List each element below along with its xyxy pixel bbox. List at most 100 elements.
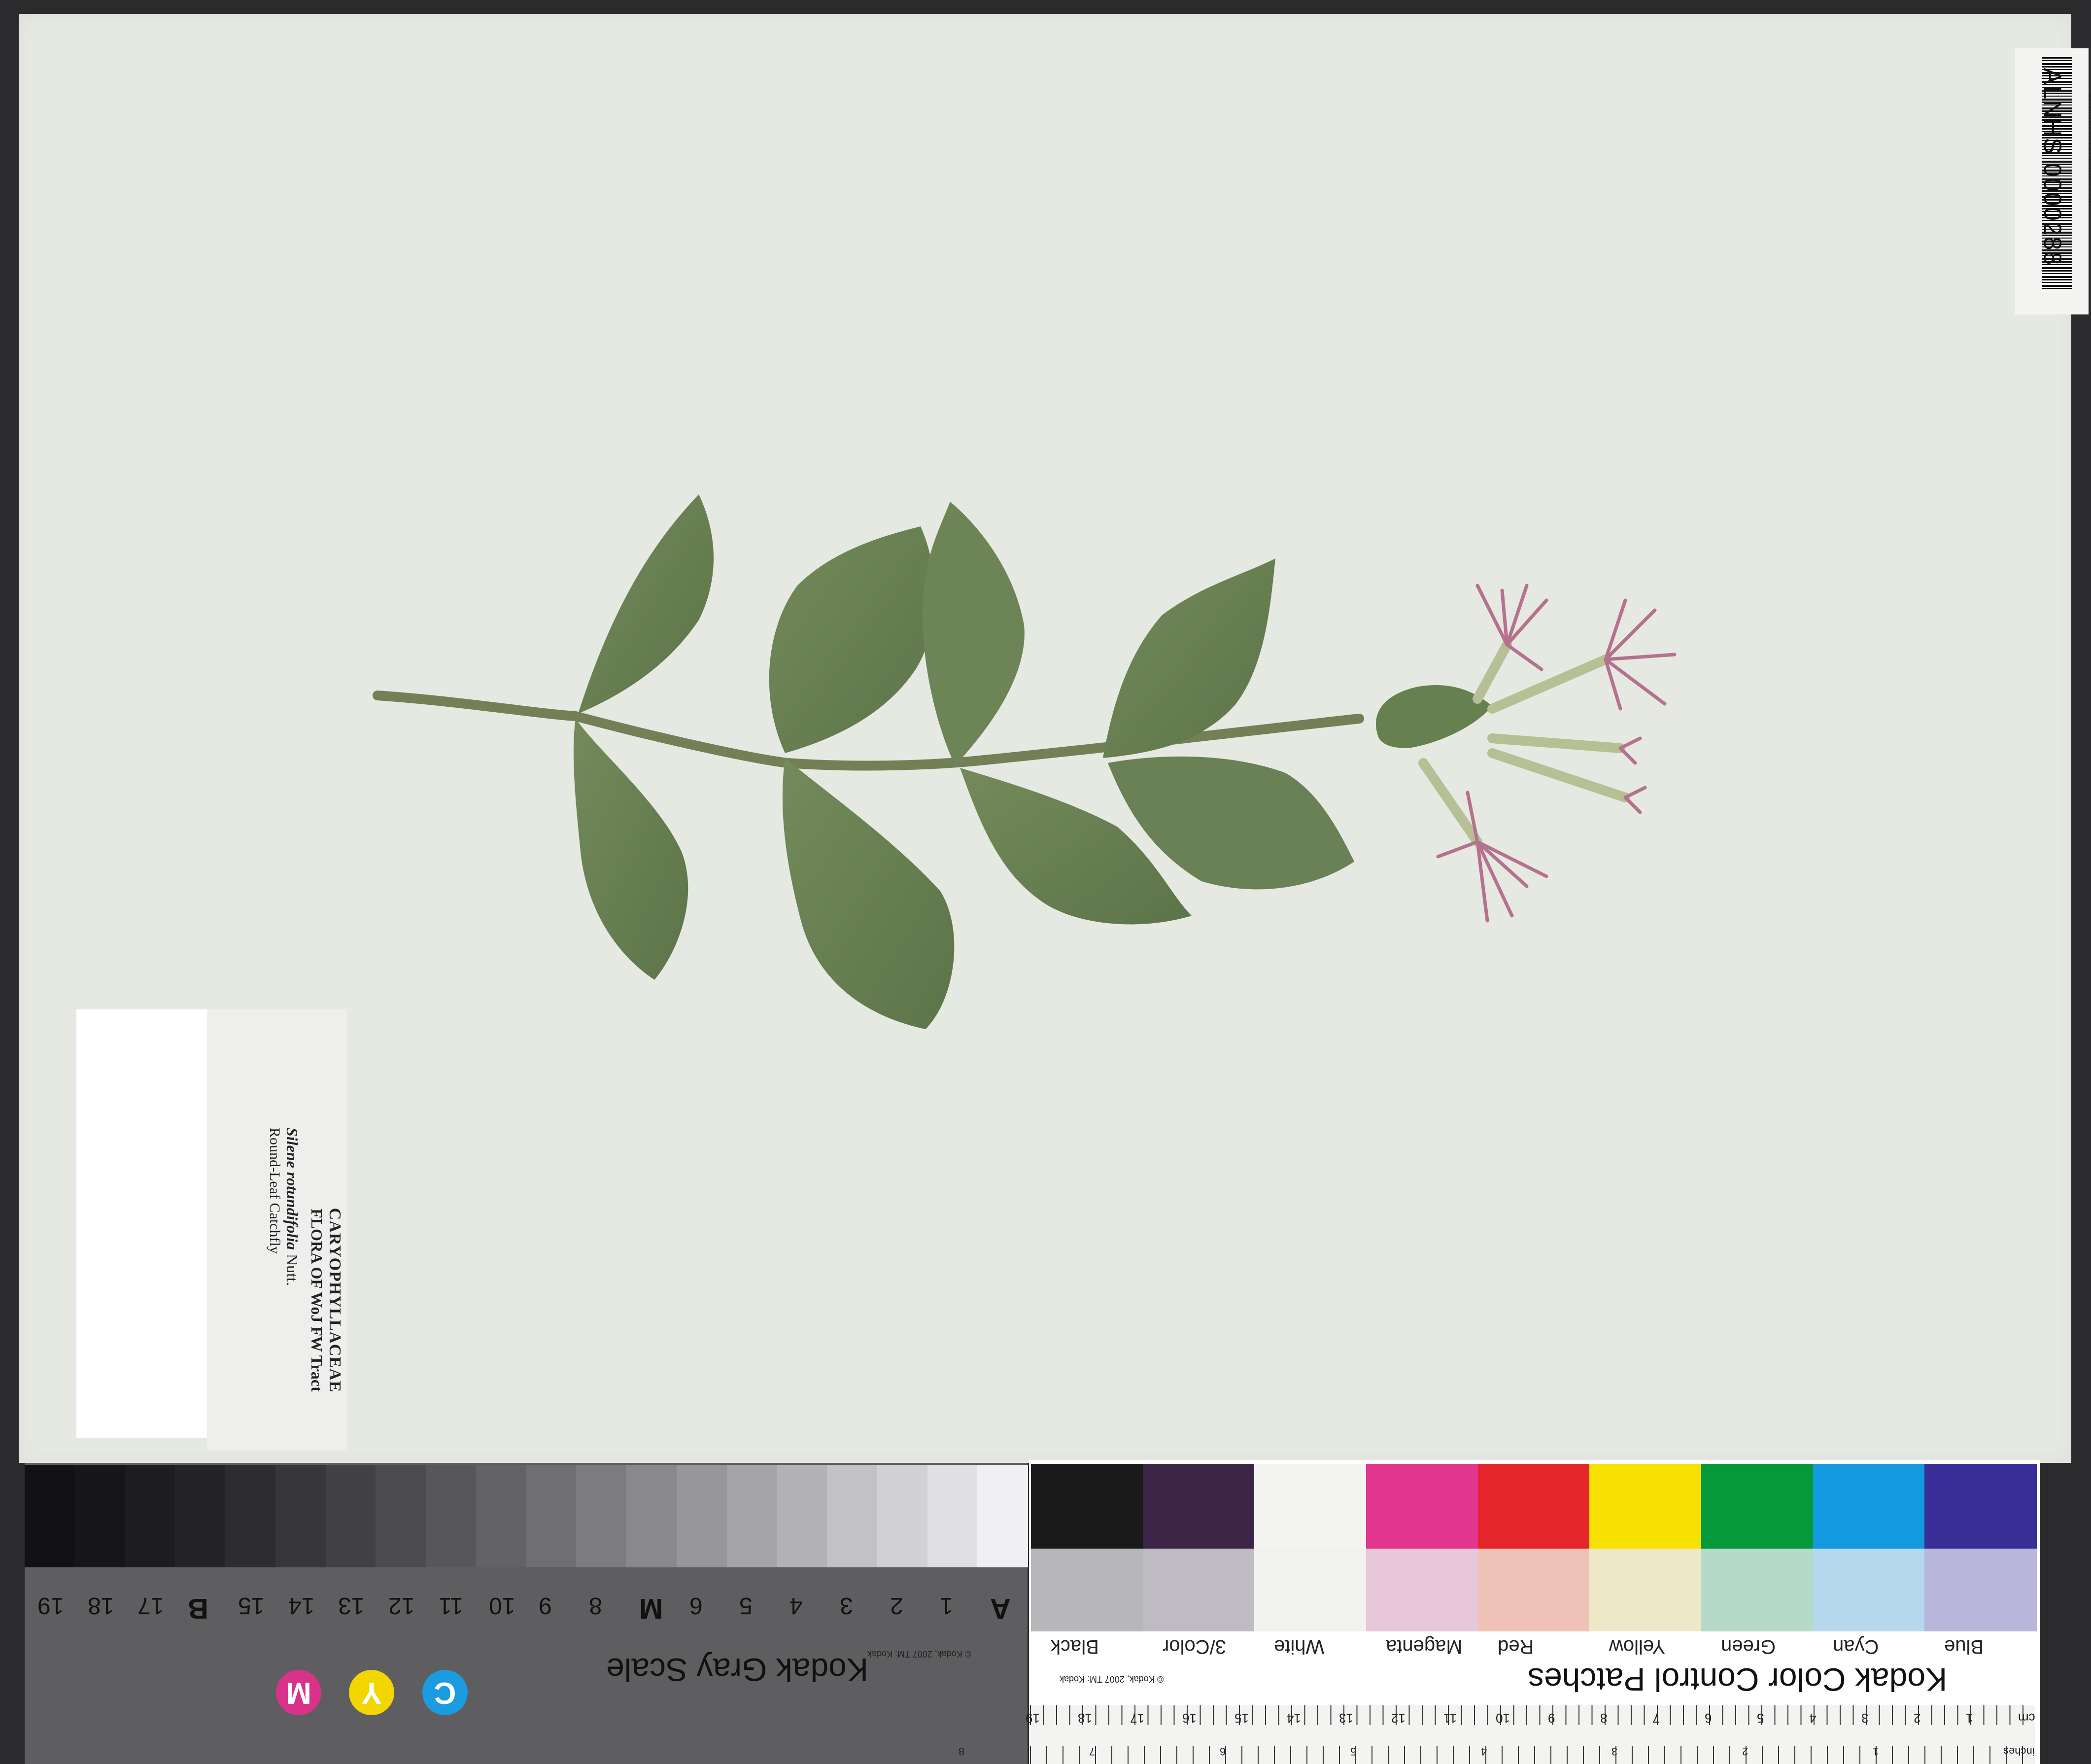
ruler-cm-label: 3 — [1861, 1711, 1869, 1726]
color-patch-label: Cyan — [1832, 1636, 1879, 1658]
color-patch-label: Blue — [1944, 1636, 1984, 1658]
leaf — [922, 502, 1025, 765]
ruler-cm-label: 1 — [1966, 1711, 1973, 1726]
color-patch-label: White — [1274, 1636, 1325, 1658]
barcode-label: ALNHS 0000288 AL-DCNR NHS HERBARIUM — [2015, 48, 2091, 314]
color-patch-label: Red — [1497, 1636, 1534, 1658]
color-patch-tint — [1366, 1549, 1478, 1631]
color-patch — [1924, 1464, 2037, 1549]
ruler-inch-label: 3 — [1611, 1745, 1618, 1758]
gray-step — [827, 1465, 878, 1567]
gray-step — [877, 1465, 928, 1567]
specimen-label: CARYOPHYLLACEAE FLORA OF WoJ FW Tract Si… — [207, 1009, 347, 1451]
ruler-cm-label: 5 — [1757, 1711, 1764, 1726]
herbarium-name: AL-DCNR NHS HERBARIUM — [2087, 93, 2091, 203]
ruler-cm-label: 12 — [1391, 1711, 1405, 1726]
ruler-cm-label: 11 — [1443, 1711, 1457, 1726]
gray-step-label: 3 — [839, 1592, 853, 1619]
ruler — [1030, 1705, 2035, 1764]
leaf — [782, 758, 955, 1029]
gray-step-label: 6 — [689, 1592, 703, 1619]
gray-step — [25, 1465, 75, 1567]
gray-step-label: M — [639, 1592, 663, 1625]
color-patch — [1701, 1464, 1814, 1549]
color-patch-tint — [1254, 1549, 1367, 1631]
ruler-cm-label: 17 — [1130, 1711, 1144, 1726]
color-patch-tint — [1924, 1549, 2037, 1631]
circle-m: M — [276, 1670, 321, 1715]
gray-step — [376, 1465, 426, 1567]
ruler-cm-label: 2 — [1914, 1711, 1921, 1726]
gray-step — [526, 1465, 577, 1567]
color-patch-label: Black — [1051, 1636, 1099, 1658]
specimen-label-text: CARYOPHYLLACEAE FLORA OF WoJ FW Tract Si… — [266, 1128, 344, 1473]
leaf — [573, 719, 688, 980]
label-authority: Nutt. — [283, 1254, 301, 1286]
ruler-cm-label: 14 — [1287, 1711, 1301, 1726]
color-patch-label: Magenta — [1386, 1636, 1463, 1658]
gray-step — [275, 1465, 326, 1567]
ruler-cm-label: 19 — [1026, 1711, 1040, 1726]
ruler-inch-label: 7 — [1089, 1745, 1096, 1758]
color-patch-tint — [1477, 1549, 1590, 1631]
flowers — [1418, 640, 1630, 847]
ruler-cm-label: 4 — [1809, 1711, 1817, 1726]
gray-step-label: B — [188, 1592, 209, 1625]
gray-step-label: 9 — [539, 1592, 552, 1619]
ruler-cm-label: 10 — [1496, 1711, 1510, 1726]
ruler-inch-label: 5 — [1350, 1745, 1357, 1758]
color-patch-tint — [1031, 1549, 1143, 1631]
gray-step — [175, 1465, 226, 1567]
ruler-cm-label: 9 — [1548, 1711, 1555, 1726]
color-patch — [1813, 1464, 1925, 1549]
gray-step — [125, 1465, 176, 1567]
gray-step — [576, 1465, 627, 1567]
color-patch-tint — [1701, 1549, 1814, 1631]
gray-step-label: 12 — [388, 1592, 415, 1619]
leaf — [769, 526, 935, 753]
gray-step-label: 15 — [238, 1592, 265, 1619]
gray-step — [325, 1465, 377, 1567]
color-patch-label: 3/Color — [1162, 1636, 1226, 1658]
ruler-cm-label: 16 — [1182, 1711, 1197, 1726]
gray-step — [476, 1465, 527, 1567]
gray-scale-title: Kodak Gray Scale — [606, 1652, 868, 1688]
gray-step-label: 14 — [288, 1592, 315, 1619]
color-patch-tint — [1589, 1549, 1702, 1631]
label-blank-area — [76, 1009, 207, 1438]
color-patch — [1142, 1464, 1255, 1549]
gray-step-label: 19 — [37, 1592, 64, 1619]
catalog-number: ALNHS 0000288 — [2039, 68, 2066, 266]
gray-step-label: 4 — [789, 1592, 803, 1619]
ruler-cm-label: 15 — [1234, 1711, 1249, 1726]
ruler-inch-label: 8 — [959, 1745, 965, 1758]
gray-scale-copyright: © Kodak, 2007 TM: Kodak — [867, 1649, 972, 1659]
gray-step — [726, 1465, 778, 1567]
color-patches-copyright: © Kodak, 2007 TM: Kodak — [1060, 1674, 1164, 1684]
label-species: Silene rotundifolia — [283, 1128, 301, 1250]
herbarium-sheet: ALNHS 0000288 AL-DCNR NHS HERBARIUM CARY… — [19, 14, 2091, 1463]
label-common-name: Round-Leaf Catchfly — [267, 1128, 283, 1254]
gray-step-label: A — [990, 1592, 1011, 1625]
label-flora: FLORA OF WoJ FW Tract — [308, 1209, 326, 1392]
circle-y: Y — [349, 1670, 394, 1715]
ruler-inch-ticks — [1030, 1746, 2035, 1764]
gray-step-label: 11 — [438, 1592, 463, 1619]
gray-step — [777, 1465, 827, 1567]
color-patch-label: Green — [1721, 1636, 1776, 1658]
color-patch-tint — [1142, 1549, 1255, 1631]
petals — [1436, 584, 1677, 923]
ruler-inch-label: inches — [2003, 1745, 2035, 1758]
circle-c: C — [422, 1670, 468, 1715]
ruler-cm-label: 18 — [1078, 1711, 1092, 1726]
ruler-inch-label: 4 — [1481, 1745, 1487, 1758]
gray-step-label: 5 — [739, 1592, 753, 1619]
gray-step-label: 17 — [137, 1592, 164, 1619]
ruler-inch-label: 1 — [1873, 1745, 1879, 1758]
label-species-line: Silene rotundifolia Nutt. — [283, 1128, 301, 1473]
label-family: CARYOPHYLLACEAE — [326, 1208, 344, 1393]
gray-step — [225, 1465, 276, 1567]
gray-step — [426, 1465, 477, 1567]
color-patch-tint — [1813, 1549, 1925, 1631]
color-patch — [1477, 1464, 1590, 1549]
